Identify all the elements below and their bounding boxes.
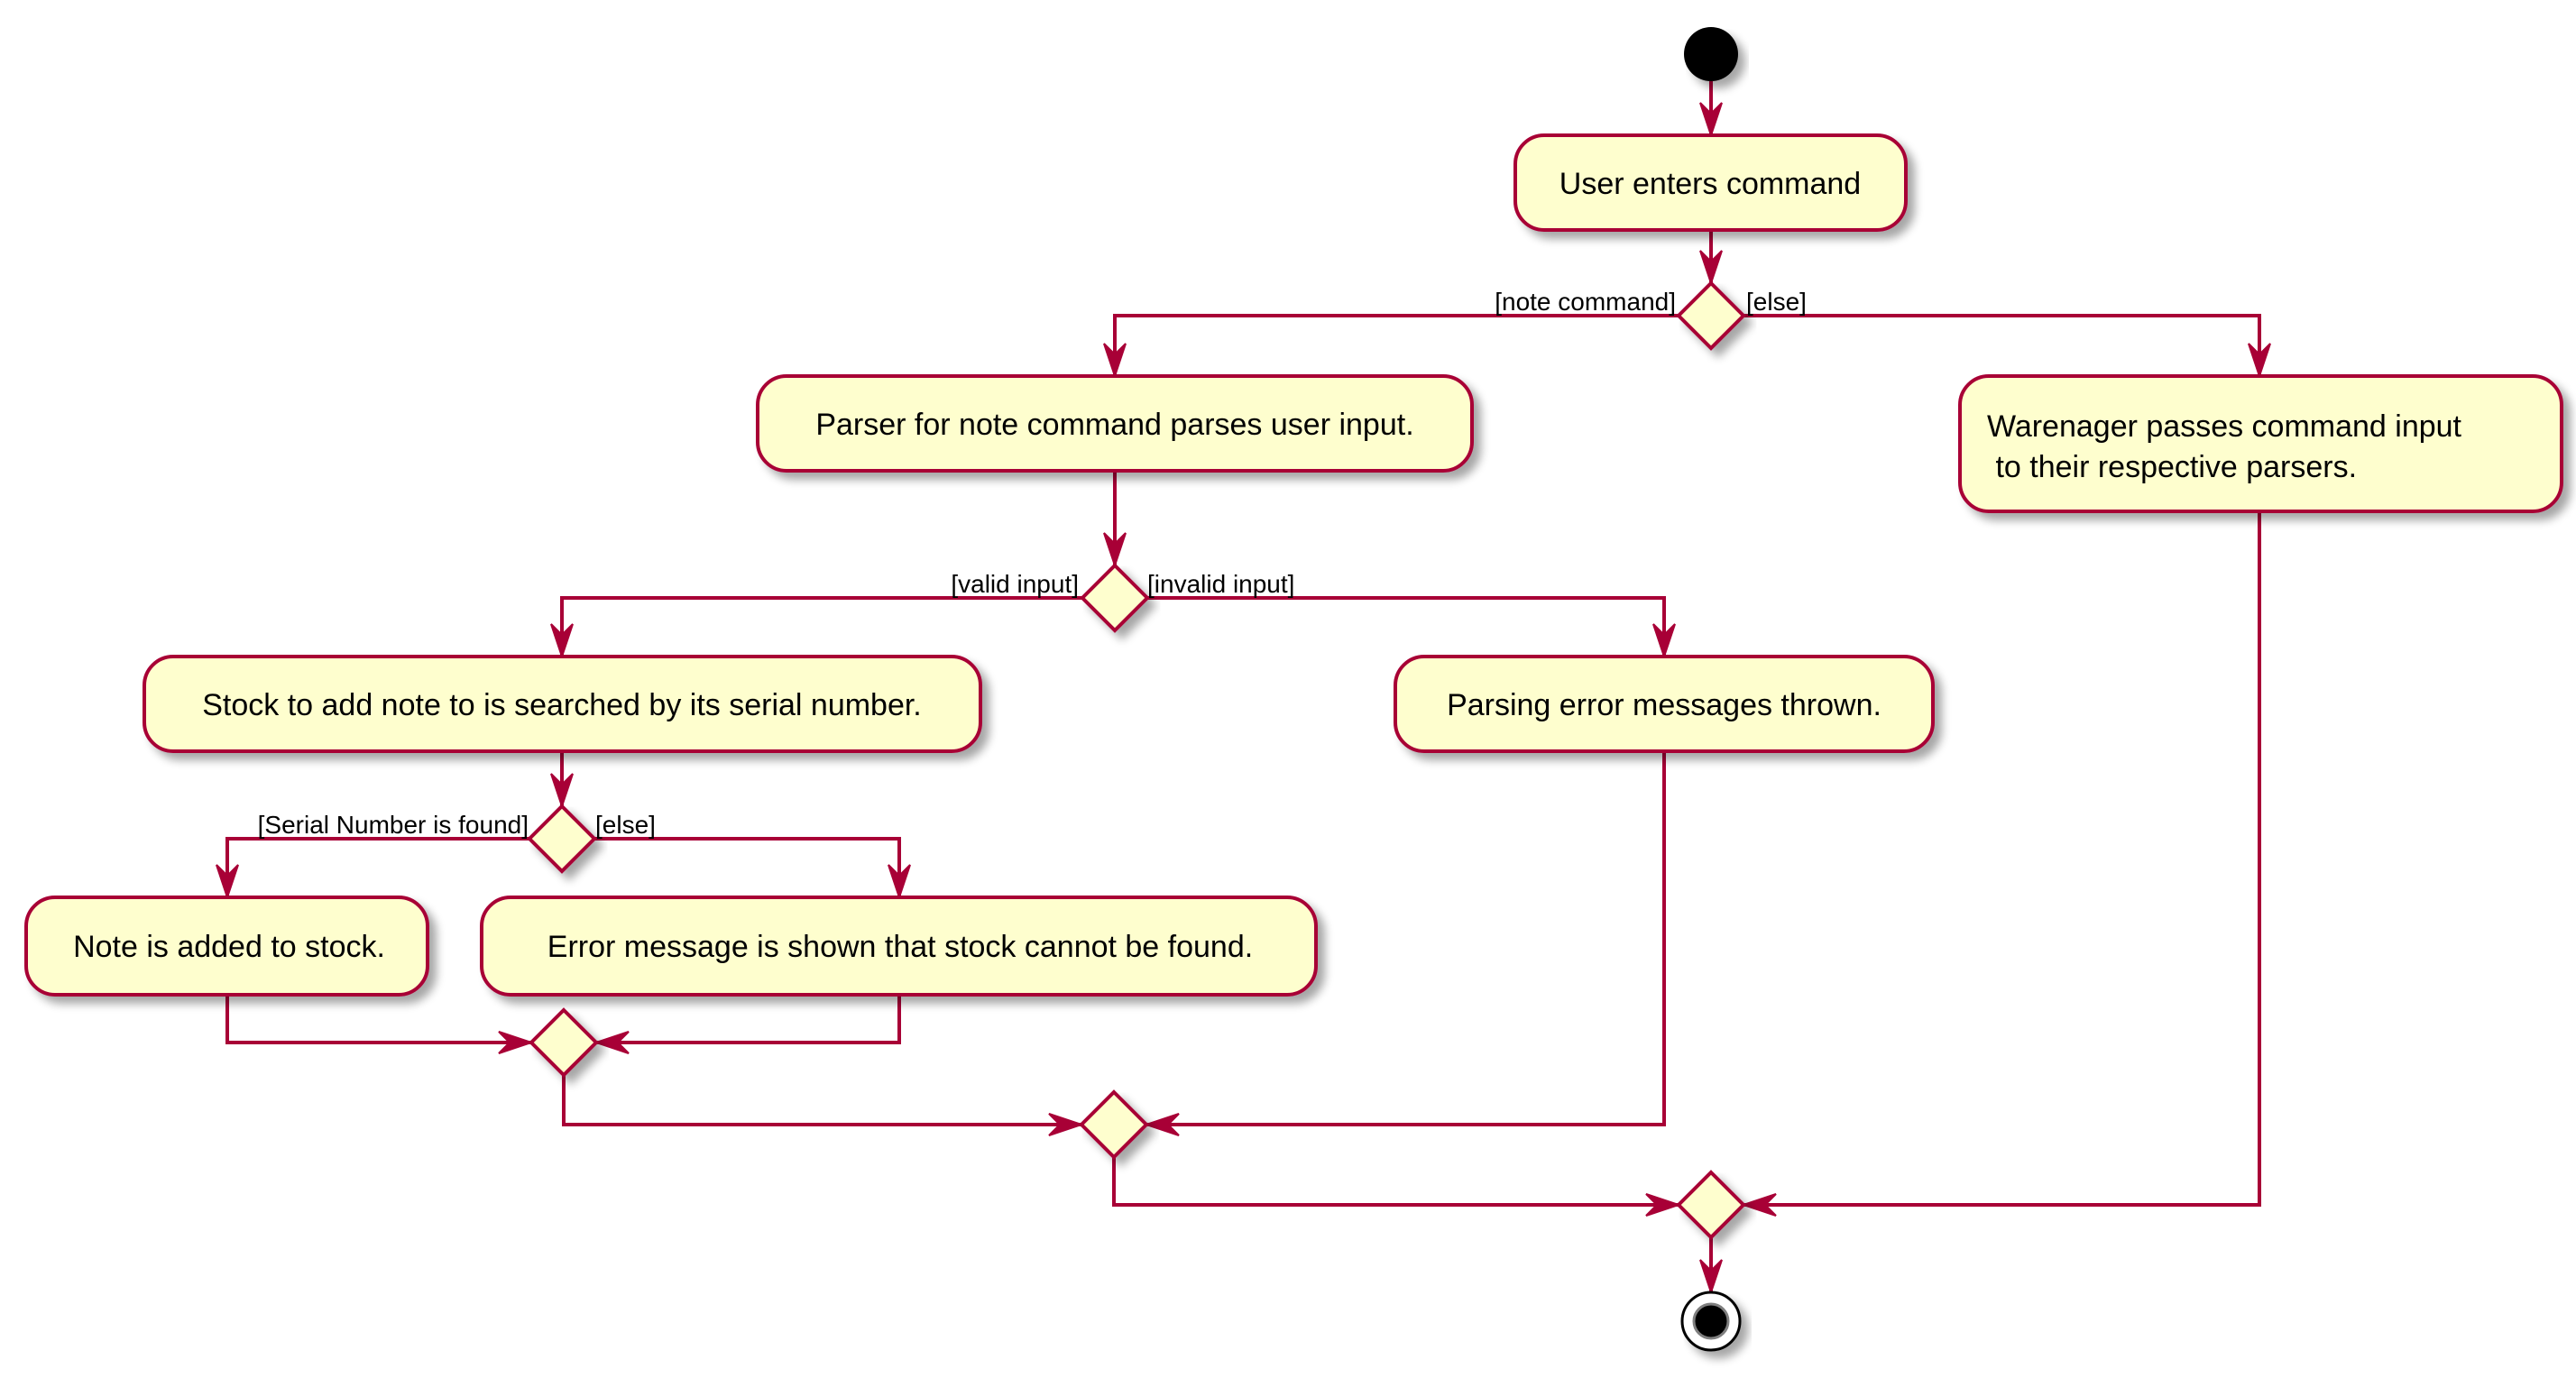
decision-input-valid	[1080, 563, 1150, 633]
end-node	[1680, 1291, 1742, 1352]
edge-invalid-input	[1147, 596, 1666, 657]
activity-label: Parser for note command parses user inpu…	[815, 408, 1413, 442]
edge-warenager-to-merge	[1743, 511, 2261, 1207]
activity-parsing-error: Parsing error messages thrown.	[1394, 655, 1935, 753]
guard-valid-input: [valid input]	[951, 570, 1079, 598]
guard-else: [else]	[1746, 288, 1807, 316]
activity-label: Note is added to stock.	[73, 930, 385, 964]
decision-serial-found	[527, 804, 597, 874]
edge-serial-found	[225, 837, 529, 897]
edge-merge2-to-merge3	[1112, 1157, 1679, 1207]
edge-else-command	[1743, 314, 2261, 376]
decision-command-type	[1676, 280, 1746, 351]
activity-label: Stock to add note to is searched by its …	[202, 688, 922, 722]
activity-label: Parsing error messages thrown.	[1447, 688, 1881, 722]
activity-user-enters-command: User enters command	[1513, 133, 1908, 232]
activity-warenager-passes-input: Warenager passes command input to their …	[1958, 374, 2563, 513]
guard-invalid-input: [invalid input]	[1147, 570, 1294, 598]
activity-note-added: Note is added to stock.	[24, 896, 429, 997]
activity-label-line-2: to their respective parsers.	[1987, 450, 2357, 484]
merge-input	[1079, 1089, 1149, 1160]
activity-error-not-found: Error message is shown that stock cannot…	[480, 896, 1318, 997]
merge-command	[1676, 1170, 1746, 1240]
edge-note-added-to-merge	[225, 995, 531, 1044]
guard-note-command: [note command]	[1495, 288, 1676, 316]
edge-note-command	[1113, 314, 1679, 376]
edge-valid-input	[560, 596, 1082, 657]
activity-parser-note-command: Parser for note command parses user inpu…	[756, 374, 1474, 473]
edge-serial-else	[594, 837, 901, 897]
guard-serial-found: [Serial Number is found]	[258, 811, 529, 839]
activity-diagram: User enters command Parser for note comm…	[24, 27, 2563, 1352]
merge-serial	[529, 1007, 599, 1078]
activity-label: User enters command	[1559, 167, 1861, 201]
activity-label: Error message is shown that stock cannot…	[547, 930, 1253, 964]
activity-label-line-1: Warenager passes command input	[1987, 409, 2462, 444]
guard-else: [else]	[595, 811, 656, 839]
activity-stock-search: Stock to add note to is searched by its …	[143, 655, 982, 753]
edge-merge1-to-merge2	[562, 1075, 1081, 1126]
start-node	[1684, 27, 1738, 81]
edge-error-to-merge	[596, 995, 901, 1044]
